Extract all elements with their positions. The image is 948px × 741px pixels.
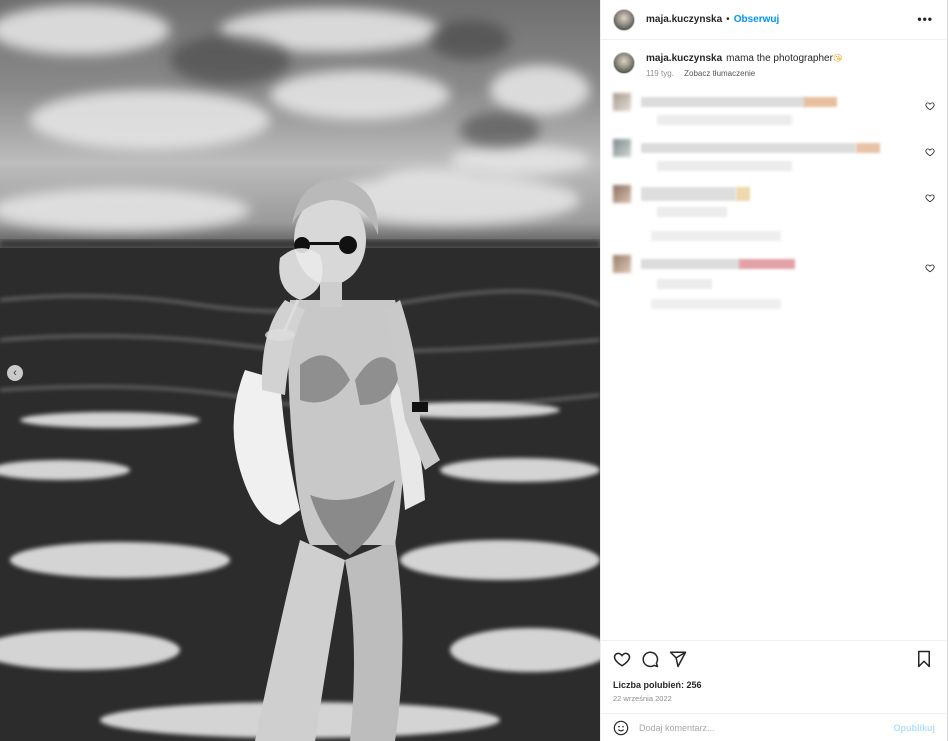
translate-link[interactable]: Zobacz tłumaczenie: [684, 69, 755, 78]
caption-emoji: 😘: [832, 53, 843, 63]
comments-section: maja.kuczynska mama the photographer😘 119…: [601, 41, 947, 641]
chevron-left-icon: ‹: [13, 366, 17, 379]
header-separator: •: [726, 14, 730, 25]
heart-icon[interactable]: [925, 263, 935, 273]
blurred-avatar: [613, 185, 631, 203]
blurred-avatar: [613, 139, 631, 157]
blurred-avatar: [613, 93, 631, 111]
header-username[interactable]: maja.kuczynska: [646, 14, 722, 25]
post-side-panel: maja.kuczynska • Obserwuj ••• maja.kuczy…: [600, 0, 948, 741]
caption-username[interactable]: maja.kuczynska: [646, 53, 722, 64]
heart-icon[interactable]: [925, 147, 935, 157]
comment-box: Opublikuj: [601, 713, 947, 741]
heart-icon[interactable]: [925, 101, 935, 111]
more-options-icon[interactable]: •••: [917, 12, 933, 26]
emoji-icon[interactable]: [613, 720, 629, 736]
bookmark-icon[interactable]: [915, 650, 933, 668]
blurred-avatar: [613, 255, 631, 273]
photo-illustration: [0, 5, 600, 741]
like-heart-icon[interactable]: [613, 650, 631, 668]
caption-avatar[interactable]: [613, 52, 635, 74]
follow-button[interactable]: Obserwuj: [734, 14, 780, 25]
publish-button[interactable]: Opublikuj: [894, 723, 936, 733]
caption: maja.kuczynska mama the photographer😘 119…: [601, 41, 947, 78]
actions-divider: [601, 640, 947, 641]
likes-count[interactable]: Liczba polubień: 256: [613, 680, 702, 690]
post-header: maja.kuczynska • Obserwuj •••: [601, 0, 947, 40]
caption-age: 119 tyg.: [646, 69, 674, 78]
post-date: 22 września 2022: [613, 694, 672, 703]
heart-icon[interactable]: [925, 193, 935, 203]
comment-icon[interactable]: [641, 650, 659, 668]
previous-photo-button[interactable]: ‹: [7, 365, 23, 381]
caption-text: mama the photographer: [726, 53, 833, 64]
share-send-icon[interactable]: [669, 650, 687, 668]
avatar[interactable]: [613, 8, 635, 31]
post-photo[interactable]: ‹: [0, 0, 600, 741]
comment-input[interactable]: [639, 722, 894, 733]
action-bar: [613, 650, 933, 670]
